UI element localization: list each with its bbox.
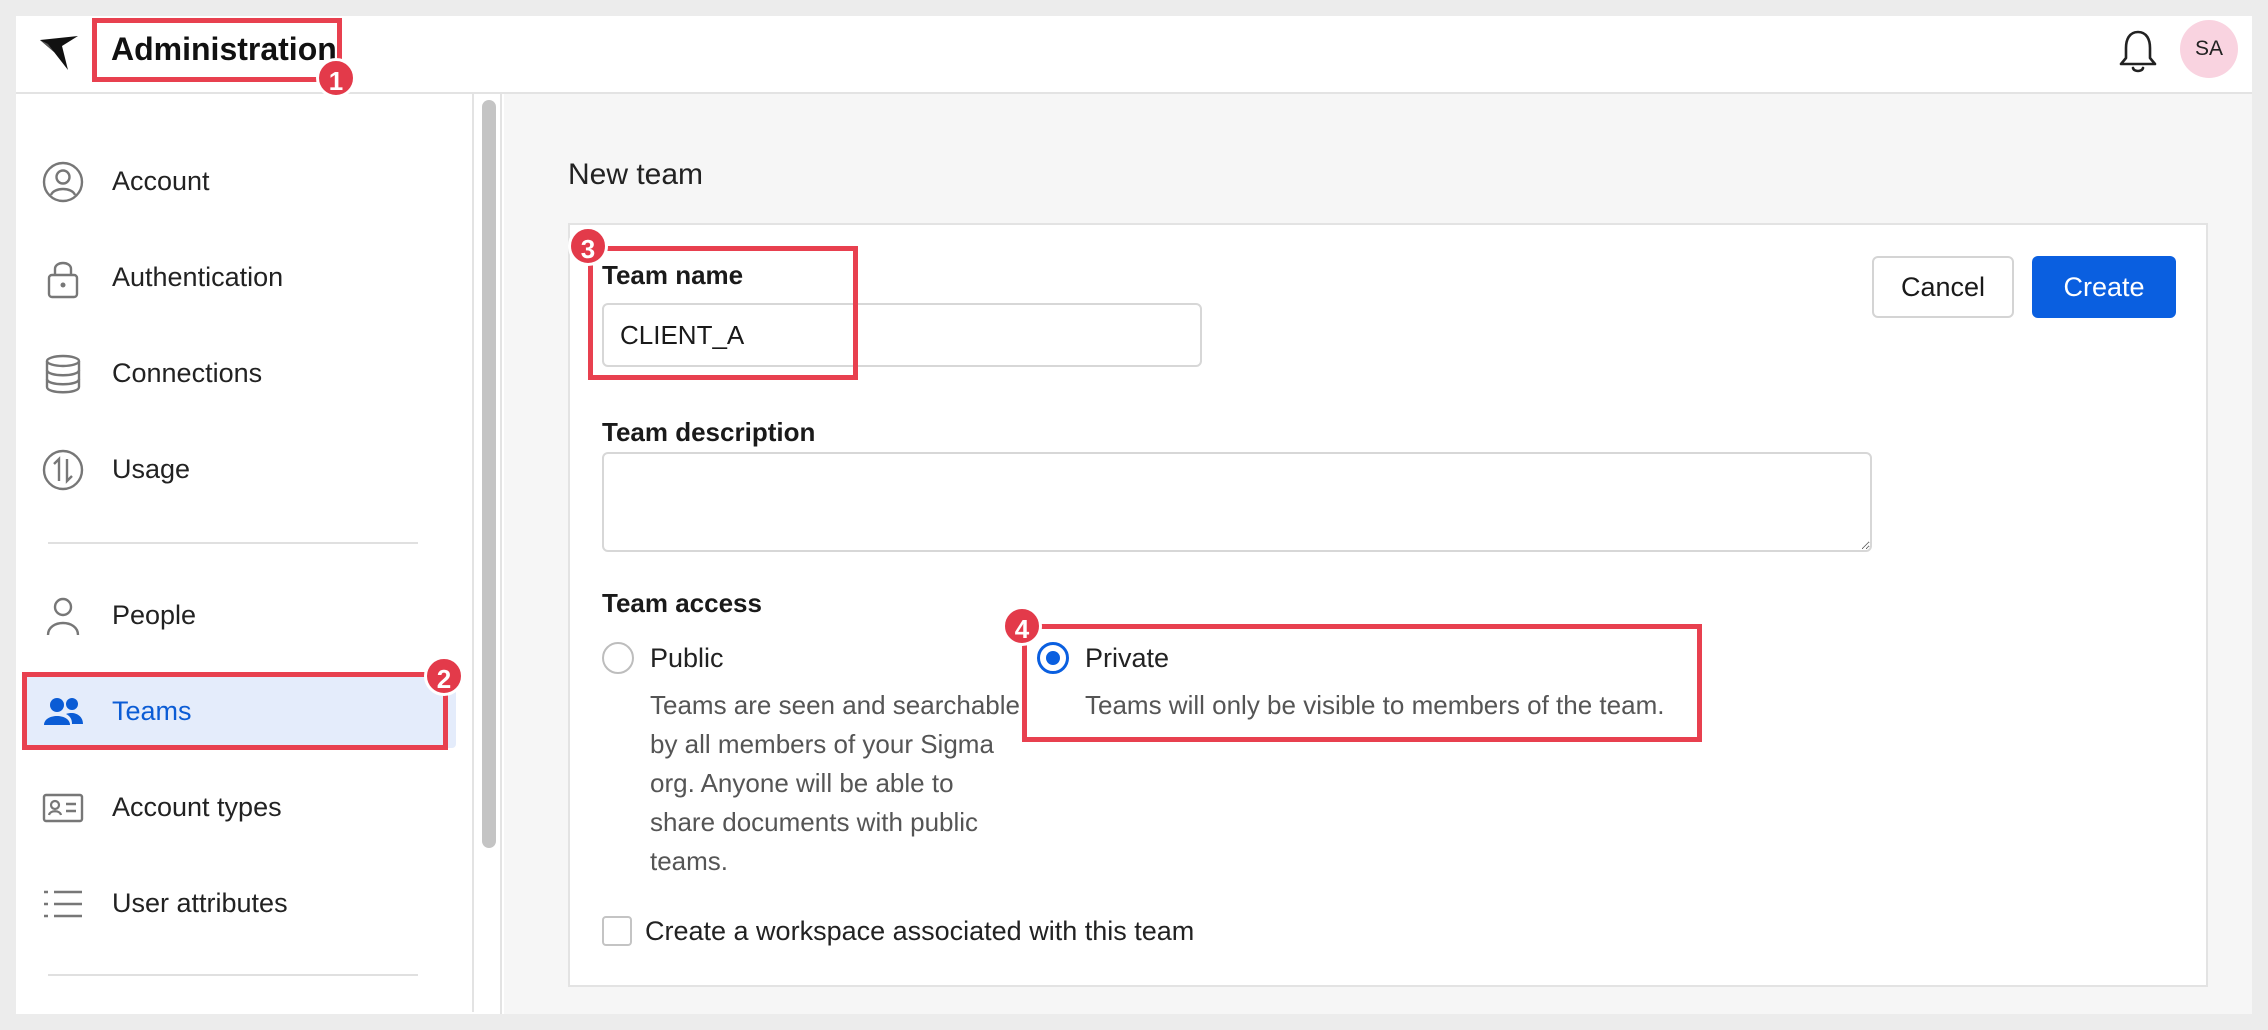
public-option-label[interactable]: Public	[650, 643, 724, 674]
workspace-checkbox-label[interactable]: Create a workspace associated with this …	[645, 916, 1194, 947]
team-icon	[44, 698, 83, 725]
sidebar-item-label: Account	[112, 165, 210, 196]
sidebar-item-label: Teams	[112, 695, 192, 726]
app-title: Administration	[111, 31, 337, 67]
team-name-input[interactable]	[602, 303, 1202, 367]
sidebar-item-authentication[interactable]: Authentication	[26, 240, 456, 314]
user-avatar[interactable]: SA	[2180, 20, 2238, 78]
sidebar-divider	[48, 974, 418, 976]
sidebar-item-teams[interactable]: Teams	[26, 674, 456, 748]
team-description-input[interactable]	[602, 452, 1872, 552]
sidebar-scrollbar-thumb[interactable]	[482, 100, 496, 848]
private-option-label[interactable]: Private	[1085, 643, 1169, 674]
bell-icon[interactable]	[2116, 26, 2160, 76]
sidebar-item-label: Authentication	[112, 261, 284, 292]
usage-arrows-icon	[42, 449, 84, 491]
team-description-label: Team description	[602, 417, 816, 447]
annotation-badge-4: 4	[1002, 606, 1042, 646]
sidebar: Account Authentication Connections Usage	[16, 94, 474, 1012]
sidebar-item-account[interactable]: Account	[26, 144, 456, 218]
private-radio[interactable]	[1037, 642, 1069, 674]
team-name-label: Team name	[602, 260, 744, 290]
team-access-label: Team access	[602, 588, 762, 618]
public-radio[interactable]	[602, 642, 634, 674]
sidebar-item-account-types[interactable]: Account types	[26, 770, 456, 844]
sidebar-item-label: User attributes	[112, 887, 288, 918]
sidebar-divider	[48, 542, 418, 544]
annotation-badge-1: 1	[316, 58, 356, 98]
annotation-badge-2: 2	[424, 656, 464, 696]
page-title: New team	[568, 158, 704, 191]
person-icon	[46, 597, 80, 636]
sidebar-item-label: Connections	[112, 357, 263, 388]
sidebar-item-label: People	[112, 599, 197, 630]
private-option-description: Teams will only be visible to members of…	[1085, 690, 1665, 720]
sidebar-item-connections[interactable]: Connections	[26, 336, 456, 410]
sidebar-item-label: Account types	[112, 791, 282, 822]
list-icon	[44, 890, 82, 918]
sidebar-item-people[interactable]: People	[26, 578, 456, 652]
annotation-badge-3: 3	[568, 226, 608, 266]
lock-icon	[47, 261, 79, 299]
create-button[interactable]: Create	[2032, 256, 2176, 318]
sigma-logo[interactable]	[34, 30, 82, 78]
sidebar-item-label: Usage	[112, 453, 191, 484]
workspace-checkbox[interactable]	[602, 916, 632, 946]
sidebar-item-usage[interactable]: Usage	[26, 432, 456, 506]
public-option-description: Teams are seen and searchable by all mem…	[650, 690, 1021, 876]
database-icon	[45, 354, 81, 394]
cancel-button[interactable]: Cancel	[1872, 256, 2014, 318]
user-circle-icon	[42, 161, 84, 203]
sidebar-item-user-attributes[interactable]: User attributes	[26, 866, 456, 940]
id-card-icon	[42, 793, 84, 823]
